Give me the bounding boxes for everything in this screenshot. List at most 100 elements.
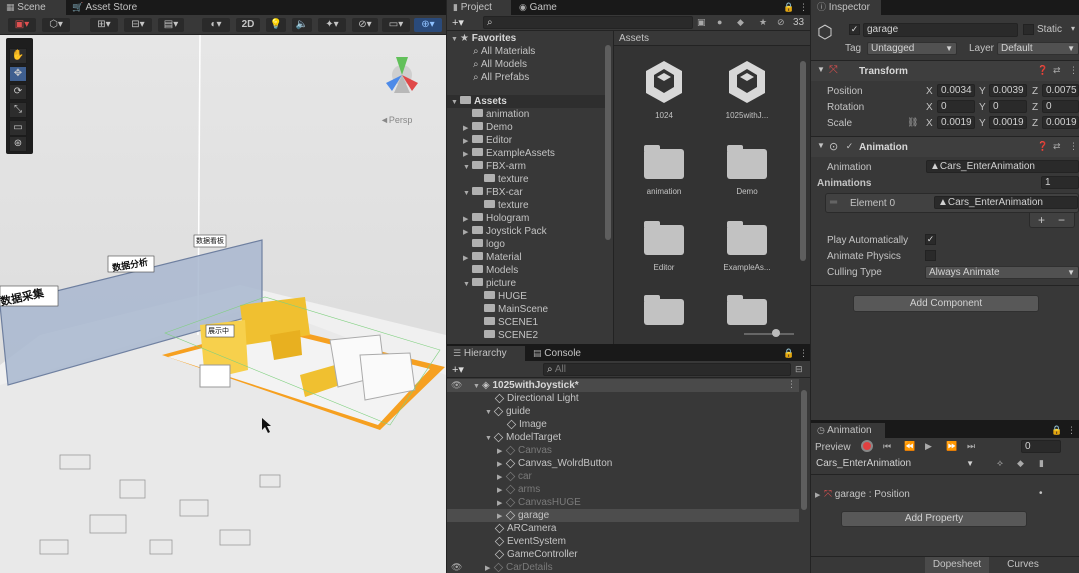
- folder-icon[interactable]: [727, 145, 767, 179]
- search-options-icon[interactable]: ⊟: [795, 365, 803, 374]
- property-row[interactable]: ▶ ⤧ garage : Position: [815, 488, 910, 501]
- keyframe-diamond-icon[interactable]: ⟡: [997, 459, 1003, 468]
- next-key-icon[interactable]: ⏩: [946, 442, 957, 451]
- scale-y-field[interactable]: 0.0019: [989, 116, 1027, 129]
- folder-item[interactable]: ▼ FBX-arm: [463, 160, 526, 173]
- grid-snap-button[interactable]: ⊞▾: [90, 18, 118, 32]
- add-element-button[interactable]: +: [1038, 213, 1045, 227]
- gizmos-button[interactable]: ⊕▾: [414, 18, 442, 32]
- hierarchy-item[interactable]: EventSystem: [494, 535, 566, 548]
- hierarchy-item[interactable]: GameController: [494, 548, 578, 561]
- lock-icon[interactable]: 🔒: [783, 3, 794, 12]
- eye-icon[interactable]: 👁: [451, 563, 462, 572]
- tab-project[interactable]: ▮ Project: [447, 0, 511, 15]
- folder-item[interactable]: ▶ Joystick Pack: [463, 225, 547, 238]
- scene-root-row[interactable]: ▼ ◈ 1025withJoystick*: [447, 379, 799, 392]
- folder-icon[interactable]: [644, 295, 684, 325]
- rect-tool-button[interactable]: ▭: [9, 120, 27, 136]
- folder-item[interactable]: MainScene: [475, 303, 548, 316]
- scene-view[interactable]: ▦ Scene 🛒 Asset Store ▣▾ ⬡▾ ⊞▾ ⊟▾ ▤▾ ◐▾ …: [0, 0, 446, 573]
- rotation-y-field[interactable]: 0: [989, 100, 1027, 113]
- hierarchy-add-button[interactable]: +▾: [452, 363, 464, 376]
- audio-toggle[interactable]: 🔈: [292, 18, 312, 32]
- lock-icon[interactable]: 🔒: [1051, 426, 1062, 435]
- unity-scene-icon[interactable]: [644, 59, 684, 107]
- grid-button[interactable]: ⊟▾: [124, 18, 152, 32]
- object-name-field[interactable]: garage: [863, 23, 1018, 37]
- link-icon[interactable]: ⛓: [907, 118, 918, 127]
- tab-hierarchy[interactable]: ☰ Hierarchy: [447, 346, 525, 361]
- hierarchy-item[interactable]: Directional Light: [494, 392, 579, 405]
- component-menu-icon[interactable]: ⋮: [1069, 142, 1078, 151]
- folder-item[interactable]: SCENE1: [475, 316, 538, 329]
- hierarchy-item[interactable]: ▶ car: [497, 470, 532, 483]
- tab-game[interactable]: ◉ Game: [513, 0, 573, 15]
- folder-item[interactable]: ▶ Demo: [463, 121, 513, 134]
- folder-item[interactable]: HUGE: [475, 290, 527, 303]
- animation-header[interactable]: ▼ ⊙ ✓ Animation ❓ ⇄ ⋮: [811, 137, 1079, 157]
- asset-grid-scrollbar[interactable]: [800, 61, 806, 261]
- menu-icon[interactable]: ⋮: [1067, 426, 1076, 435]
- preview-button[interactable]: Preview: [815, 442, 851, 453]
- component-menu-icon[interactable]: ⋮: [1069, 66, 1078, 75]
- folder-item[interactable]: texture: [475, 199, 529, 212]
- scale-z-field[interactable]: 0.0019: [1042, 116, 1079, 129]
- rotate-tool-button[interactable]: ⟳: [9, 84, 27, 100]
- camera-button[interactable]: ▭▾: [382, 18, 410, 32]
- first-key-icon[interactable]: ⏮: [883, 442, 891, 451]
- hierarchy-item[interactable]: ARCamera: [494, 522, 556, 535]
- play-icon[interactable]: ▶: [925, 442, 932, 451]
- scale-x-field[interactable]: 0.0019: [937, 116, 975, 129]
- animations-size-field[interactable]: 1: [1041, 176, 1079, 189]
- shading-button[interactable]: ◐▾: [202, 18, 230, 32]
- clip-dropdown[interactable]: Cars_EnterAnimation ▼: [813, 458, 977, 471]
- menu-icon[interactable]: ⋮: [799, 3, 808, 12]
- hierarchy-item[interactable]: ▶ CarDetails: [485, 561, 553, 573]
- eye-icon[interactable]: 👁: [451, 381, 462, 390]
- rotation-z-field[interactable]: 0: [1042, 100, 1079, 113]
- property-options-icon[interactable]: •: [1039, 488, 1043, 499]
- add-component-button[interactable]: Add Component: [853, 295, 1039, 312]
- add-property-button[interactable]: Add Property: [841, 511, 1027, 527]
- effects-toggle[interactable]: ✦▾: [318, 18, 346, 32]
- visibility-toggle[interactable]: ⊘▾: [352, 18, 378, 32]
- favorites-header[interactable]: ▼ ★ Favorites: [451, 32, 516, 45]
- create-icon[interactable]: ▣: [697, 18, 706, 27]
- hierarchy-search-input[interactable]: ⌕ All: [543, 363, 791, 376]
- lock-icon[interactable]: 🔒: [783, 349, 794, 358]
- record-button[interactable]: [861, 440, 873, 452]
- prev-key-icon[interactable]: ⏪: [904, 442, 915, 451]
- scene-menu-icon[interactable]: ⋮: [787, 380, 796, 389]
- tab-animation[interactable]: ◷ Animation: [811, 423, 885, 438]
- zoom-slider[interactable]: [744, 333, 794, 335]
- assets-root[interactable]: ▼ Assets: [447, 95, 605, 108]
- increment-snap-button[interactable]: ▤▾: [158, 18, 184, 32]
- transform-header[interactable]: ▼ ⤧ Transform ❓ ⇄ ⋮: [811, 61, 1079, 81]
- folder-icon[interactable]: [644, 221, 684, 255]
- preset-icon[interactable]: ⇄: [1053, 66, 1061, 75]
- favorite-item[interactable]: ⌕ All Models: [473, 58, 527, 71]
- persp-label[interactable]: ◄Persp: [380, 115, 412, 125]
- hidden-packages-icon[interactable]: ⊘: [777, 18, 785, 27]
- project-add-button[interactable]: +▾: [452, 16, 464, 29]
- dopesheet-tab[interactable]: Dopesheet: [925, 557, 989, 573]
- remove-element-button[interactable]: −: [1058, 213, 1065, 227]
- element-clip-field[interactable]: ▲Cars_EnterAnimation: [934, 196, 1078, 209]
- project-search-input[interactable]: ⌕: [483, 16, 693, 29]
- folder-item[interactable]: texture: [475, 173, 529, 186]
- static-dropdown-icon[interactable]: ▾: [1071, 24, 1075, 33]
- draw-mode-button[interactable]: ▣▾: [8, 18, 36, 32]
- hierarchy-item[interactable]: ▼ guide: [485, 405, 530, 418]
- favorite-icon[interactable]: ★: [759, 18, 767, 27]
- unity-scene-icon[interactable]: [727, 59, 767, 107]
- folder-item[interactable]: ▶ Material: [463, 251, 522, 264]
- folder-icon[interactable]: [727, 221, 767, 255]
- folder-item[interactable]: ▼ picture: [463, 277, 516, 290]
- folder-item[interactable]: ▶ Hologram: [463, 212, 529, 225]
- folder-item[interactable]: Models: [463, 264, 518, 277]
- position-z-field[interactable]: 0.0075: [1042, 84, 1079, 97]
- play-auto-checkbox[interactable]: ✓: [925, 234, 936, 245]
- zoom-slider-handle[interactable]: [772, 329, 780, 337]
- culling-type-dropdown[interactable]: Always Animate ▼: [925, 266, 1079, 279]
- folder-item[interactable]: animation: [463, 108, 529, 121]
